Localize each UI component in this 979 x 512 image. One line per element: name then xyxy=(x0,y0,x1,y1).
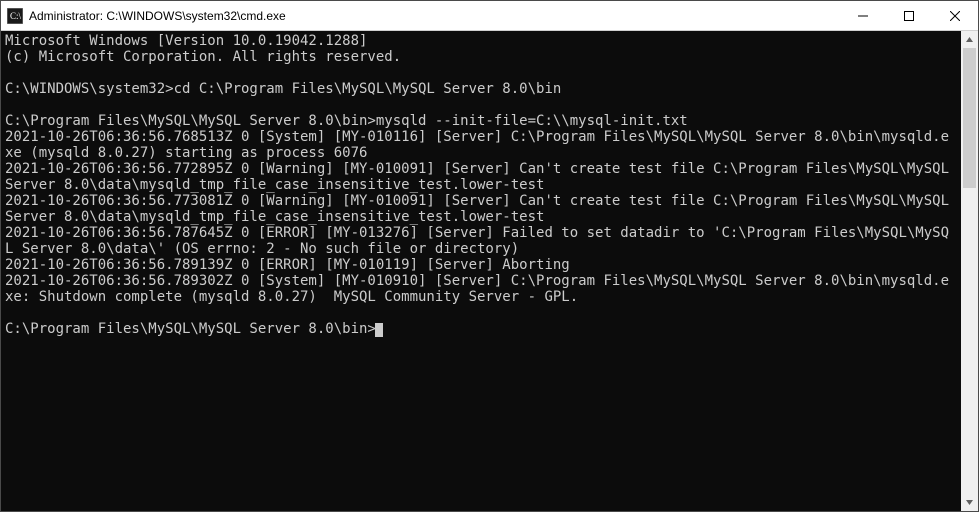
command-prompt-window: C:\ Administrator: C:\WINDOWS\system32\c… xyxy=(0,0,979,512)
text-cursor xyxy=(375,323,383,337)
scroll-down-arrow[interactable] xyxy=(961,494,978,511)
maximize-button[interactable] xyxy=(886,1,932,30)
scrollbar-thumb[interactable] xyxy=(963,48,976,188)
terminal-text: Microsoft Windows [Version 10.0.19042.12… xyxy=(5,33,957,337)
window-title: Administrator: C:\WINDOWS\system32\cmd.e… xyxy=(29,9,286,23)
terminal-area: Microsoft Windows [Version 10.0.19042.12… xyxy=(1,31,978,511)
close-button[interactable] xyxy=(932,1,978,30)
vertical-scrollbar[interactable] xyxy=(961,31,978,511)
scroll-up-arrow[interactable] xyxy=(961,31,978,48)
minimize-button[interactable] xyxy=(840,1,886,30)
titlebar-left: C:\ Administrator: C:\WINDOWS\system32\c… xyxy=(7,8,286,24)
cmd-icon: C:\ xyxy=(7,8,23,24)
titlebar[interactable]: C:\ Administrator: C:\WINDOWS\system32\c… xyxy=(1,1,978,31)
window-controls xyxy=(840,1,978,30)
svg-text:C:\: C:\ xyxy=(10,11,22,21)
terminal-output[interactable]: Microsoft Windows [Version 10.0.19042.12… xyxy=(1,31,961,511)
scrollbar-track[interactable] xyxy=(961,48,978,494)
